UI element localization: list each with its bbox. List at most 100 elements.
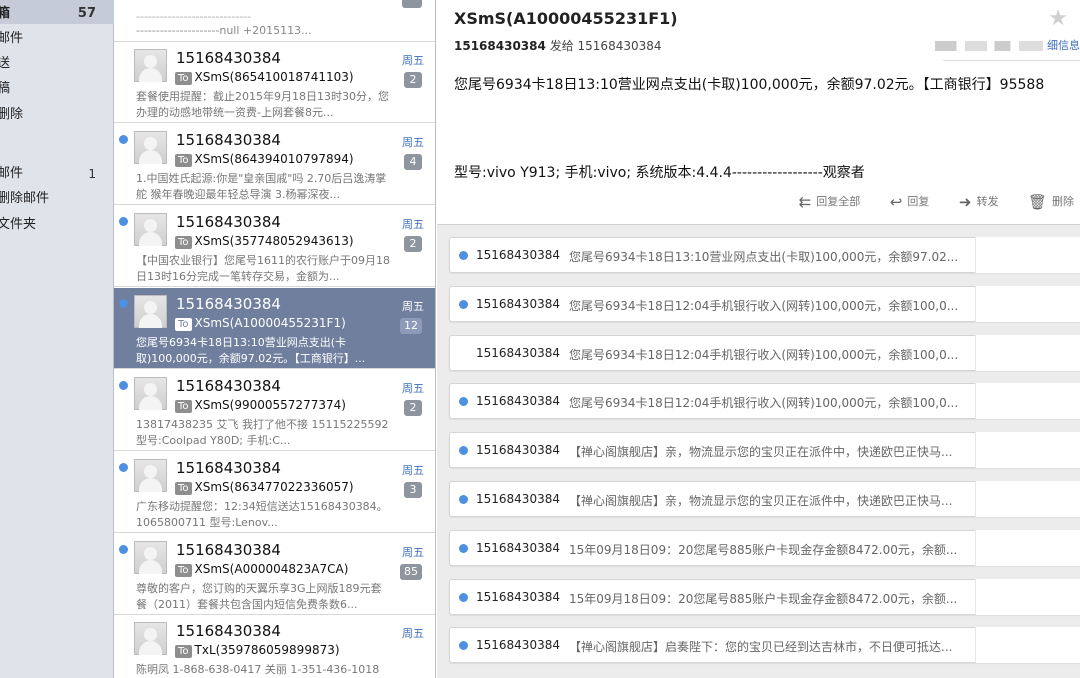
message-item[interactable]: 15168430384 周五 To XSmS(863477022336057) 3 广东移… bbox=[114, 452, 435, 533]
message-day: 周五 bbox=[402, 136, 424, 149]
thread-message-row[interactable]: 15168430384 【禅心阁旗舰店】亲，物流显示您的宝贝正在派件中，快递欧巴正… bbox=[449, 481, 1080, 517]
thread-preview: 您尾号6934卡18日12:04手机银行收入(网转)100,000元，余额100… bbox=[569, 396, 957, 411]
thread-message-row[interactable]: 15168430384 【禅心阁旗舰店】启奏陛下：您的宝贝已经到达吉林市，不日便可… bbox=[449, 627, 1080, 664]
thread-preview: 您尾号6934卡18日13:10营业网点支出(卡取)100,000元，余额97.… bbox=[569, 250, 957, 264]
thread-count-badge: 2 bbox=[404, 72, 422, 88]
details-link[interactable]: 细信息 bbox=[935, 37, 1080, 53]
message-item[interactable]: 15168430384 周五 To TxL(359786059899873) 陈明凤 1… bbox=[114, 615, 435, 678]
to-badge: To bbox=[175, 72, 192, 85]
sidebar-item-deleted[interactable]: 删除 bbox=[0, 103, 114, 127]
message-preview: 13817438235 艾飞 我打了他不接 15115225592 型号:Coo… bbox=[136, 418, 389, 447]
star-icon[interactable]: ★ bbox=[1048, 6, 1068, 31]
sidebar-item-sent[interactable]: 送 bbox=[0, 52, 114, 76]
avatar bbox=[134, 49, 167, 82]
message-preview: 【中国农业银行】您尾号1611的农行账户于09月18日13时16分完成一笔转存交… bbox=[136, 254, 390, 283]
message-recipient: To XSmS(99000557277374) bbox=[175, 398, 346, 413]
thread-from: 15168430384 bbox=[476, 345, 560, 360]
message-preview: 套餐使用提醒：截止2015年9月18日13时30分，您办理的动感地带统一资费-上… bbox=[136, 90, 389, 119]
trash-icon: 🗑 bbox=[1027, 193, 1047, 211]
unread-dot-icon bbox=[119, 545, 128, 554]
thread-from: 15168430384 bbox=[476, 296, 560, 311]
message-from: 15168430384 bbox=[176, 295, 281, 313]
message-item[interactable]: 15168430384 周五 To XSmS(A10000455231F1) 12 您尾号… bbox=[114, 288, 435, 369]
unread-dot-icon bbox=[459, 397, 468, 407]
avatar bbox=[134, 131, 167, 164]
forward-button[interactable]: ➜ 转发 bbox=[959, 193, 999, 211]
recipient-address[interactable]: 15168430384 bbox=[578, 39, 662, 53]
reading-pane: XSmS(A10000455231F1) 15168430384 发给 1516… bbox=[437, 0, 1080, 678]
reply-all-button[interactable]: ⇇ 回复全部 bbox=[799, 193, 861, 211]
delete-label: 删除 bbox=[1052, 195, 1074, 208]
unread-dot-icon bbox=[119, 463, 128, 472]
details-label: 细信息 bbox=[1047, 39, 1080, 52]
sidebar-item-drafts[interactable]: 稿 bbox=[0, 77, 114, 101]
to-badge: To bbox=[175, 154, 192, 167]
message-item[interactable]: 15168430384 周五 To XSmS(865410018741103) 2 套餐使… bbox=[114, 42, 435, 123]
count-badge bbox=[402, 0, 422, 8]
thread-message-row[interactable]: 15168430384 您尾号6934卡18日12:04手机银行收入(网转)100… bbox=[449, 334, 1080, 371]
message-day: 周五 bbox=[402, 382, 424, 395]
message-preview: 陈明凤 1-868-638-0417 关丽 1-351-436-1018 bbox=[136, 663, 380, 676]
reply-button[interactable]: ↩ 回复 bbox=[889, 193, 930, 211]
sidebar-item-inbox[interactable]: 箱 57 bbox=[0, 2, 114, 26]
thread-from: 15168430384 bbox=[476, 638, 560, 653]
sidebar-item-label: 送 bbox=[0, 56, 11, 71]
unread-dot-icon bbox=[459, 446, 468, 456]
thread-count-badge: 12 bbox=[400, 318, 422, 334]
thread-message-row[interactable]: 15168430384 您尾号6934卡18日12:04手机银行收入(网转)100… bbox=[449, 383, 1080, 420]
to-badge: To bbox=[175, 400, 192, 413]
delete-button[interactable]: 🗑 删除 bbox=[1027, 193, 1074, 211]
sidebar-item-label: 删除 bbox=[0, 107, 24, 122]
thread-preview: 您尾号6934卡18日12:04手机银行收入(网转)100,000元，余额100… bbox=[569, 347, 957, 362]
sidebar-item-deleted-mail[interactable]: 删除邮件 bbox=[0, 187, 114, 211]
avatar bbox=[134, 541, 167, 574]
message-actions: ⇇ 回复全部 ↩ 回复 ➜ 转发 🗑 删除 bbox=[773, 193, 1074, 211]
thread-message-row[interactable]: 15168430384 【禅心阁旗舰店】亲，物流显示您的宝贝正在派件中，快递欧巴正… bbox=[449, 432, 1080, 469]
thread-message-row[interactable]: 15168430384 15年09月18日09：20您尾号885账户卡现金存金额8… bbox=[449, 578, 1080, 615]
message-recipient: To XSmS(864394010797894) bbox=[175, 152, 354, 167]
thread-row-edge bbox=[975, 627, 1080, 664]
message-recipient: To XSmS(357748052943613) bbox=[175, 234, 354, 249]
message-list[interactable]: ----------------------------- ----------… bbox=[114, 0, 436, 678]
thread-from: 15168430384 bbox=[476, 443, 560, 458]
thread-preview: 您尾号6934卡18日12:04手机银行收入(网转)100,000元，余额100… bbox=[569, 298, 957, 313]
avatar bbox=[134, 377, 167, 410]
unread-dot-icon bbox=[459, 543, 468, 553]
sidebar-item-mail[interactable]: 邮件 bbox=[0, 27, 114, 51]
thread-message-row[interactable]: 15168430384 15年09月18日09：20您尾号885账户卡现金存金额8… bbox=[449, 529, 1080, 566]
unread-dot-icon bbox=[459, 641, 468, 651]
header-divider bbox=[943, 60, 1080, 61]
thread-count-badge: 3 bbox=[404, 482, 422, 498]
redacted-info bbox=[935, 41, 1043, 51]
message-item-partial[interactable]: ----------------------------- ----------… bbox=[114, 0, 435, 42]
sidebar-item-junk[interactable]: 邮件 1 bbox=[0, 162, 114, 186]
message-from: 15168430384 bbox=[176, 459, 281, 477]
message-subject: XSmS(A10000455231F1) bbox=[454, 9, 678, 28]
thread-message-row[interactable]: 15168430384 您尾号6934卡18日12:04手机银行收入(网转)100… bbox=[449, 285, 1080, 322]
message-day: 周五 bbox=[402, 464, 424, 477]
message-item[interactable]: 15168430384 周五 To XSmS(99000557277374) 2 1381… bbox=[114, 370, 435, 451]
thread-from: 15168430384 bbox=[476, 492, 560, 506]
thread-message-row[interactable]: 15168430384 您尾号6934卡18日13:10营业网点支出(卡取)100… bbox=[449, 237, 1080, 273]
to-badge: To bbox=[175, 645, 192, 658]
sidebar-item-folders[interactable]: 文件夹 bbox=[0, 213, 114, 237]
message-day: 周五 bbox=[402, 54, 424, 67]
message-item[interactable]: 15168430384 周五 To XSmS(864394010797894) 4 1.中… bbox=[114, 124, 435, 205]
unread-dot-icon bbox=[459, 495, 468, 504]
recipient-name: XSmS(A10000455231F1) bbox=[194, 316, 346, 330]
message-from: 15168430384 bbox=[176, 377, 281, 395]
reply-icon: ↩ bbox=[889, 193, 903, 211]
thread-row-edge bbox=[975, 237, 1080, 273]
recipient-name: XSmS(A000004823A7CA) bbox=[194, 562, 349, 576]
sender-address[interactable]: 15168430384 bbox=[454, 39, 546, 53]
conversation-thread: 15168430384 您尾号6934卡18日13:10营业网点支出(卡取)100… bbox=[437, 224, 1080, 678]
message-item[interactable]: 15168430384 周五 To XSmS(357748052943613) 2 【中国… bbox=[114, 206, 435, 287]
sidebar-item-label: 箱 bbox=[0, 6, 11, 21]
message-from: 15168430384 bbox=[176, 541, 281, 559]
message-preview: 1.中国姓氏起源:你是"皇亲国戚"吗 2.70后吕逸涛掌舵 猴年春晚迎最年轻总导… bbox=[136, 172, 387, 201]
message-item[interactable]: 15168430384 周五 To XSmS(A000004823A7CA) 85 尊敬的… bbox=[114, 534, 435, 615]
message-recipient: To XSmS(A000004823A7CA) bbox=[175, 562, 348, 577]
reply-all-label: 回复全部 bbox=[816, 195, 861, 208]
thread-row-edge bbox=[975, 529, 1080, 566]
sidebar-item-label: 邮件 bbox=[0, 31, 24, 46]
